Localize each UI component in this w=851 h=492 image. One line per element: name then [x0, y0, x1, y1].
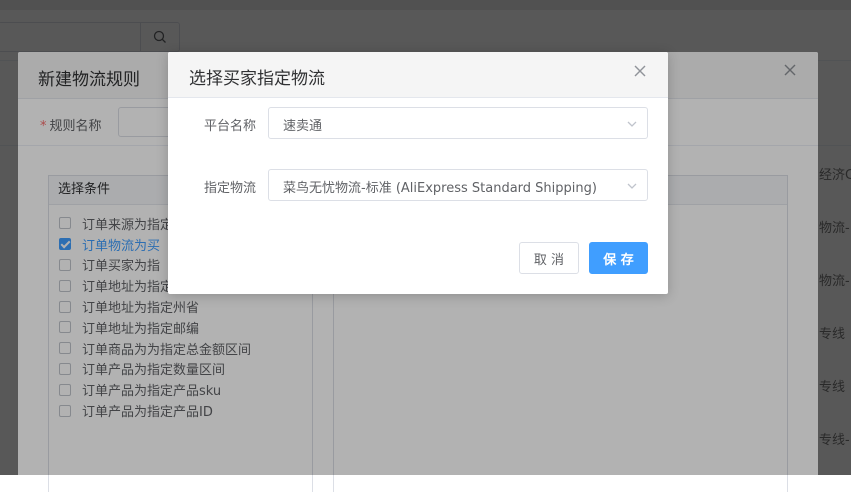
dialog-header: 选择买家指定物流 [168, 52, 668, 98]
logistics-value: 菜鸟无忧物流-标准 (AliExpress Standard Shipping) [283, 181, 597, 196]
platform-select[interactable]: 速卖通 [268, 107, 648, 139]
cancel-button[interactable]: 取 消 [519, 242, 579, 274]
dialog-title: 选择买家指定物流 [189, 69, 325, 89]
close-icon[interactable] [632, 63, 648, 79]
logistics-label: 指定物流 [203, 181, 256, 196]
platform-label: 平台名称 [203, 119, 256, 134]
select-buyer-logistics-dialog: 选择买家指定物流 平台名称 速卖通 指定物流 菜鸟无忧物流-标准 (AliExp… [168, 52, 668, 294]
save-button[interactable]: 保 存 [589, 242, 648, 274]
platform-value: 速卖通 [283, 119, 323, 134]
chevron-down-icon [627, 183, 637, 189]
logistics-select[interactable]: 菜鸟无忧物流-标准 (AliExpress Standard Shipping) [268, 169, 648, 201]
chevron-down-icon [627, 121, 637, 127]
